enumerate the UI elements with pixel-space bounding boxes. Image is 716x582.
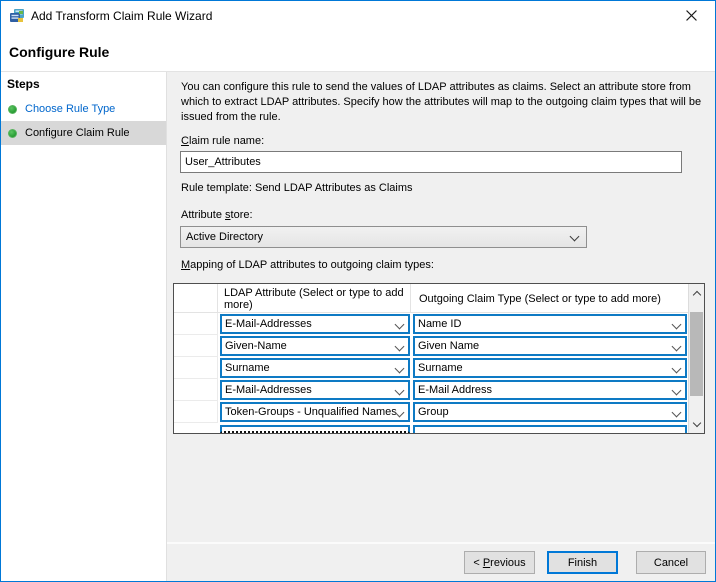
footer-divider [167,542,715,544]
close-button[interactable] [671,3,711,29]
window-title: Add Transform Claim Rule Wizard [31,9,212,23]
content-area: You can configure this rule to send the … [167,72,715,581]
steps-heading: Steps [7,77,40,91]
green-dot-icon [8,105,17,114]
ldap-attribute-column-header: LDAP Attribute (Select or type to add mo… [218,284,411,312]
chevron-down-icon [395,386,405,396]
step-choose-rule-type[interactable]: Choose Rule Type [1,97,166,121]
mapping-label: Mapping of LDAP attributes to outgoing c… [181,259,434,271]
row-selector[interactable] [174,313,218,335]
chevron-down-icon [395,364,405,374]
table-row: E-Mail-Addresses Name ID [174,313,688,335]
step-configure-claim-rule[interactable]: Configure Claim Rule [1,121,166,145]
outgoing-claim-type-select[interactable]: E-Mail Address [413,380,687,400]
scrollbar-thumb[interactable] [690,312,703,396]
chevron-down-icon [672,408,682,418]
description-text: You can configure this rule to send the … [181,80,705,125]
outgoing-claim-type-column-header: Outgoing Claim Type (Select or type to a… [411,284,688,305]
green-dot-icon [8,129,17,138]
cancel-button[interactable]: Cancel [636,551,706,574]
close-icon [686,9,697,24]
step-label: Choose Rule Type [25,103,115,115]
ldap-attribute-select[interactable]: Token-Groups - Unqualified Names [220,402,410,422]
titlebar: Add Transform Claim Rule Wizard [1,1,715,31]
chevron-down-icon [672,320,682,330]
chevron-down-icon [672,386,682,396]
wizard-app-icon [9,8,25,24]
chevron-down-icon [692,418,700,426]
claim-rule-name-label: Claim rule name: [181,135,264,147]
rule-template-text: Rule template: Send LDAP Attributes as C… [181,182,413,194]
partial-next-row [220,425,410,433]
table-row: Token-Groups - Unqualified Names Group [174,401,688,423]
wizard-window: Add Transform Claim Rule Wizard Configur… [0,0,716,582]
table-header-row: LDAP Attribute (Select or type to add mo… [174,284,688,313]
scroll-up-button[interactable] [689,285,704,301]
attribute-store-select[interactable]: Active Directory [180,226,587,248]
page-title: Configure Rule [9,44,109,60]
previous-button[interactable]: < Previous [464,551,535,574]
scroll-down-button[interactable] [689,416,704,432]
steps-panel: Steps Choose Rule Type Configure Claim R… [1,72,167,581]
page-header: Configure Rule [1,31,715,72]
step-label: Configure Claim Rule [25,127,130,139]
attribute-store-value: Active Directory [186,231,263,243]
row-selector[interactable] [174,335,218,357]
table-scrollbar[interactable] [688,284,704,433]
finish-button[interactable]: Finish [547,551,618,574]
outgoing-claim-type-select[interactable]: Given Name [413,336,687,356]
ldap-attribute-select[interactable]: E-Mail-Addresses [220,314,410,334]
header-selector-cell [174,284,218,312]
table-row: Given-Name Given Name [174,335,688,357]
chevron-down-icon [395,342,405,352]
table-row: E-Mail-Addresses E-Mail Address [174,379,688,401]
outgoing-claim-type-select[interactable]: Group [413,402,687,422]
chevron-down-icon [395,320,405,330]
mapping-table: LDAP Attribute (Select or type to add mo… [173,283,705,434]
ldap-attribute-select[interactable]: E-Mail-Addresses [220,380,410,400]
row-selector[interactable] [174,379,218,401]
table-row: Surname Surname [174,357,688,379]
ldap-attribute-select[interactable]: Surname [220,358,410,378]
row-selector[interactable] [174,357,218,379]
chevron-down-icon [570,232,580,242]
chevron-down-icon [672,364,682,374]
ldap-attribute-select[interactable]: Given-Name [220,336,410,356]
outgoing-claim-type-select[interactable]: Name ID [413,314,687,334]
partial-next-row [413,425,687,433]
chevron-up-icon [692,290,700,298]
row-selector[interactable] [174,401,218,423]
chevron-down-icon [672,342,682,352]
outgoing-claim-type-select[interactable]: Surname [413,358,687,378]
claim-rule-name-input[interactable] [180,151,682,173]
attribute-store-label: Attribute store: [181,209,253,221]
